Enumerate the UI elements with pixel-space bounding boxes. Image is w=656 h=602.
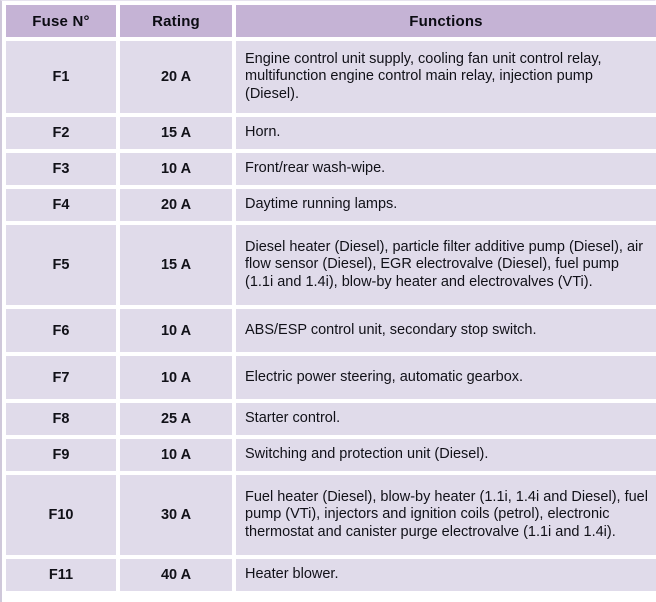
- cell-rating: 10 A: [120, 439, 232, 471]
- cell-rating: 30 A: [120, 475, 232, 555]
- cell-function-text: Starter control.: [245, 410, 341, 427]
- cell-rating: 20 A: [120, 41, 232, 113]
- header-row: Fuse N° Rating Functions: [6, 5, 656, 37]
- cell-rating: 20 A: [120, 189, 232, 221]
- cell-function-text: Fuel heater (Diesel), blow-by heater (1.…: [245, 489, 648, 540]
- table-row: F6 10 A ABS/ESP control unit, secondary …: [6, 309, 656, 352]
- table-row: F8 25 A Starter control.: [6, 403, 656, 435]
- column-header-fuse-number: Fuse N°: [6, 5, 116, 37]
- cell-function: Heater blower.: [236, 559, 656, 591]
- cell-function-text: Switching and protection unit (Diesel).: [245, 446, 489, 463]
- cell-fuse-number: F4: [6, 189, 116, 221]
- cell-fuse-number: F1: [6, 41, 116, 113]
- table-row: F5 15 A Diesel heater (Diesel), particle…: [6, 225, 656, 305]
- fuse-table-container: Fuse N° Rating Functions F1 20 A Engine …: [0, 0, 656, 602]
- cell-function: Horn.: [236, 117, 656, 149]
- cell-fuse-number: F9: [6, 439, 116, 471]
- cell-fuse-number: F7: [6, 356, 116, 399]
- cell-function-text: ABS/ESP control unit, secondary stop swi…: [245, 321, 537, 338]
- table-row: F1 20 A Engine control unit supply, cool…: [6, 41, 656, 113]
- cell-fuse-number: F11: [6, 559, 116, 591]
- cell-rating: 10 A: [120, 153, 232, 185]
- table-row: F11 40 A Heater blower.: [6, 559, 656, 591]
- cell-function: Fuel heater (Diesel), blow-by heater (1.…: [236, 475, 656, 555]
- cell-function-text: Electric power steering, automatic gearb…: [245, 368, 524, 385]
- cell-rating: 15 A: [120, 225, 232, 305]
- cell-function: Electric power steering, automatic gearb…: [236, 356, 656, 399]
- cell-rating: 15 A: [120, 117, 232, 149]
- cell-function: Daytime running lamps.: [236, 189, 656, 221]
- table-row: F3 10 A Front/rear wash-wipe.: [6, 153, 656, 185]
- cell-function-text: Front/rear wash-wipe.: [245, 160, 386, 177]
- table-row: F2 15 A Horn.: [6, 117, 656, 149]
- fuse-box-table: Fuse N° Rating Functions F1 20 A Engine …: [2, 1, 656, 595]
- cell-rating: 10 A: [120, 309, 232, 352]
- cell-function: Switching and protection unit (Diesel).: [236, 439, 656, 471]
- cell-function: Front/rear wash-wipe.: [236, 153, 656, 185]
- cell-fuse-number: F8: [6, 403, 116, 435]
- cell-function-text: Engine control unit supply, cooling fan …: [245, 51, 602, 102]
- table-body: F1 20 A Engine control unit supply, cool…: [6, 41, 656, 591]
- cell-fuse-number: F3: [6, 153, 116, 185]
- table-row: F4 20 A Daytime running lamps.: [6, 189, 656, 221]
- table-row: F10 30 A Fuel heater (Diesel), blow-by h…: [6, 475, 656, 555]
- cell-function-text: Diesel heater (Diesel), particle filter …: [245, 239, 644, 290]
- table-row: F9 10 A Switching and protection unit (D…: [6, 439, 656, 471]
- cell-rating: 25 A: [120, 403, 232, 435]
- cell-fuse-number: F5: [6, 225, 116, 305]
- cell-function: Diesel heater (Diesel), particle filter …: [236, 225, 656, 305]
- cell-fuse-number: F2: [6, 117, 116, 149]
- cell-fuse-number: F10: [6, 475, 116, 555]
- table-row: F7 10 A Electric power steering, automat…: [6, 356, 656, 399]
- cell-function: ABS/ESP control unit, secondary stop swi…: [236, 309, 656, 352]
- cell-rating: 10 A: [120, 356, 232, 399]
- cell-rating: 40 A: [120, 559, 232, 591]
- column-header-rating: Rating: [120, 5, 232, 37]
- cell-function: Starter control.: [236, 403, 656, 435]
- table-header: Fuse N° Rating Functions: [6, 5, 656, 37]
- cell-function-text: Horn.: [245, 124, 281, 141]
- cell-fuse-number: F6: [6, 309, 116, 352]
- cell-function-text: Heater blower.: [245, 566, 339, 583]
- column-header-functions: Functions: [236, 5, 656, 37]
- cell-function: Engine control unit supply, cooling fan …: [236, 41, 656, 113]
- cell-function-text: Daytime running lamps.: [245, 196, 398, 213]
